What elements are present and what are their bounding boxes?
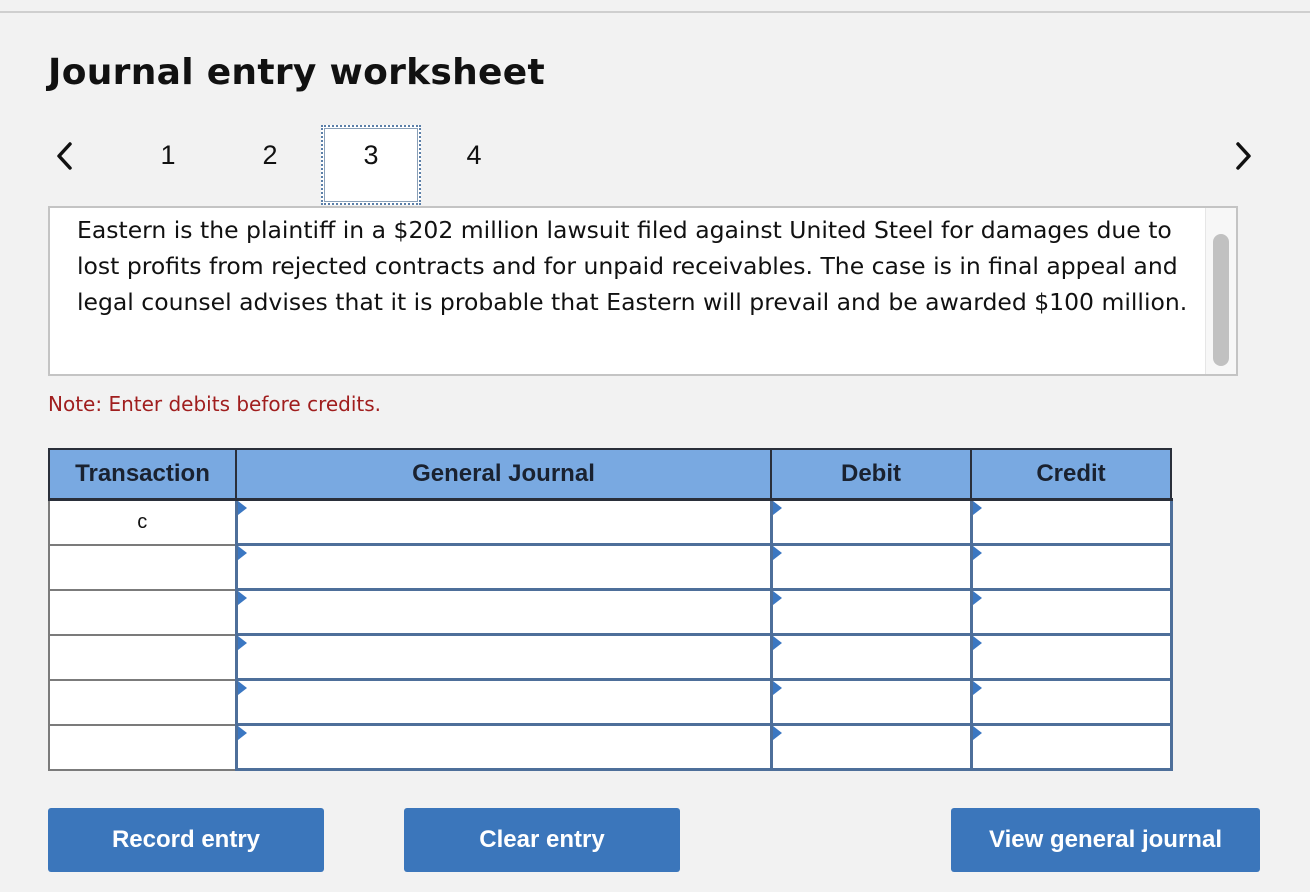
- transaction-cell: [48, 678, 237, 726]
- general-journal-cell: [234, 723, 773, 771]
- general-journal-input[interactable]: [237, 726, 770, 768]
- transaction-cell: [48, 633, 237, 681]
- general-journal-input[interactable]: [237, 681, 770, 723]
- debit-cell: [769, 723, 973, 771]
- general-journal-cell: [234, 678, 773, 726]
- general-journal-cell: [234, 498, 773, 546]
- table-header-row: Transaction General Journal Debit Credit: [48, 448, 1172, 501]
- prev-button[interactable]: [50, 136, 80, 176]
- debit-cell: [769, 498, 973, 546]
- column-header-transaction: Transaction: [48, 448, 237, 501]
- clear-entry-button[interactable]: Clear entry: [404, 808, 680, 872]
- debit-input[interactable]: [772, 591, 970, 633]
- transaction-cell: c: [48, 498, 237, 546]
- table-row: [48, 678, 1173, 726]
- tab-4[interactable]: 4: [424, 125, 524, 205]
- transaction-description-box: Eastern is the plaintiff in a $202 milli…: [48, 206, 1238, 376]
- credit-input[interactable]: [972, 726, 1170, 768]
- general-journal-input[interactable]: [237, 546, 770, 588]
- credit-cell: [969, 723, 1173, 771]
- debit-input[interactable]: [772, 546, 970, 588]
- page-title: Journal entry worksheet: [48, 52, 545, 93]
- table-row: [48, 588, 1173, 636]
- debit-cell: [769, 543, 973, 591]
- tab-3[interactable]: 3: [321, 125, 421, 205]
- transaction-cell: [48, 723, 237, 771]
- column-header-general-journal: General Journal: [235, 448, 772, 501]
- general-journal-input[interactable]: [237, 591, 770, 633]
- debit-input[interactable]: [772, 681, 970, 723]
- column-header-debit: Debit: [770, 448, 972, 501]
- table-row: [48, 633, 1173, 681]
- chevron-right-icon: [1236, 142, 1251, 170]
- general-journal-input[interactable]: [237, 501, 770, 543]
- debit-cell: [769, 678, 973, 726]
- transaction-cell: [48, 543, 237, 591]
- credit-input[interactable]: [972, 501, 1170, 543]
- journal-entry-table: Transaction General Journal Debit Credit…: [48, 448, 1173, 771]
- description-scrollbar[interactable]: [1205, 208, 1236, 374]
- general-journal-cell: [234, 588, 773, 636]
- tab-2[interactable]: 2: [220, 125, 320, 205]
- scrollbar-thumb[interactable]: [1213, 234, 1229, 366]
- credit-cell: [969, 633, 1173, 681]
- debit-input[interactable]: [772, 726, 970, 768]
- column-header-credit: Credit: [970, 448, 1172, 501]
- credit-cell: [969, 678, 1173, 726]
- top-divider: [0, 11, 1310, 13]
- debit-cell: [769, 588, 973, 636]
- record-entry-button[interactable]: Record entry: [48, 808, 324, 872]
- credit-cell: [969, 498, 1173, 546]
- table-row: c: [48, 498, 1173, 546]
- table-row: [48, 543, 1173, 591]
- debit-input[interactable]: [772, 501, 970, 543]
- credit-input[interactable]: [972, 636, 1170, 678]
- credit-cell: [969, 543, 1173, 591]
- credit-input[interactable]: [972, 546, 1170, 588]
- general-journal-cell: [234, 543, 773, 591]
- credit-input[interactable]: [972, 591, 1170, 633]
- table-row: [48, 723, 1173, 771]
- transaction-cell: [48, 588, 237, 636]
- view-general-journal-button[interactable]: View general journal: [951, 808, 1260, 872]
- credit-cell: [969, 588, 1173, 636]
- transaction-description: Eastern is the plaintiff in a $202 milli…: [77, 216, 1188, 316]
- credit-input[interactable]: [972, 681, 1170, 723]
- next-button[interactable]: [1228, 136, 1258, 176]
- general-journal-cell: [234, 633, 773, 681]
- debit-input[interactable]: [772, 636, 970, 678]
- tab-1[interactable]: 1: [118, 125, 218, 205]
- instruction-note: Note: Enter debits before credits.: [48, 392, 382, 416]
- general-journal-input[interactable]: [237, 636, 770, 678]
- debit-cell: [769, 633, 973, 681]
- chevron-left-icon: [57, 142, 72, 170]
